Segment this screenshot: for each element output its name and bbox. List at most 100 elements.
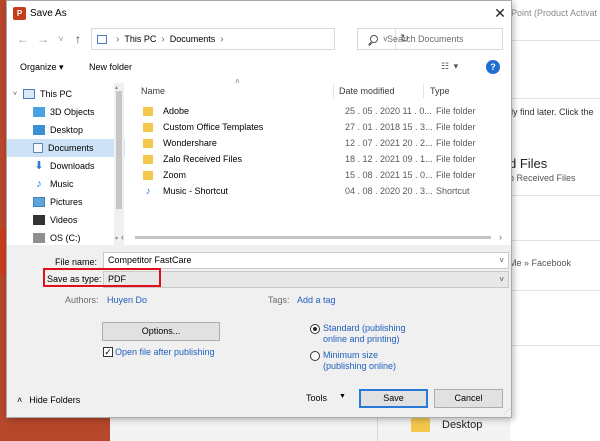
tools-button[interactable]: Tools [306,393,327,403]
close-icon[interactable]: ✕ [491,4,509,22]
open-after-label[interactable]: Open file after publishing [115,347,215,357]
save-as-type-select[interactable]: PDF ˅ [103,271,509,288]
file-type: File folder [436,122,476,132]
list-item[interactable]: Wondershare 12 . 07 . 2021 20 . 2... Fil… [140,135,508,151]
backstage-path[interactable]: Me » Facebook [509,258,571,268]
dialog-titlebar[interactable]: P Save As ✕ [7,1,511,27]
column-header-type[interactable]: Type [430,86,450,96]
file-date: 18 . 12 . 2021 09 . 1... [345,154,433,164]
list-item[interactable]: Adobe 25 . 05 . 2020 11 . 0... File fold… [140,103,508,119]
hide-folders-label: Hide Folders [29,395,81,405]
sidebar-item-this-pc[interactable]: ˅ This PC [7,85,125,103]
list-item[interactable]: ♪ Music - Shortcut 04 . 08 . 2020 20 . 3… [140,183,508,199]
new-folder-button[interactable]: New folder [89,62,132,72]
file-name-value: Competitor FastCare [108,255,192,265]
recent-locations-icon[interactable]: ˅ [53,31,69,47]
up-arrow-icon[interactable]: ↑ [70,31,86,47]
chevron-down-icon[interactable]: ˅ [13,91,23,98]
file-type: File folder [436,154,476,164]
view-options-icon[interactable]: ☷ ▾ [441,61,459,72]
backstage-separator [511,195,600,196]
column-divider[interactable] [423,84,424,98]
desktop-label: Desktop [442,419,483,431]
backstage-separator [511,40,600,41]
scroll-left-icon[interactable]: ‹ [121,232,124,242]
folder-icon [411,418,430,432]
documents-icon [33,143,43,153]
3d-objects-icon [33,107,45,117]
options-button[interactable]: Options... [102,322,220,341]
folder-icon [143,122,153,132]
tags-label: Tags: [268,295,290,305]
navigation-pane: ˅ This PC 3D Objects Desktop Documents ⬇… [7,83,125,245]
sidebar-item-label: OS (C:) [50,233,81,243]
authors-value[interactable]: Huyen Do [107,295,147,305]
file-date: 27 . 01 . 2018 15 . 3... [345,122,433,132]
sidebar-item-videos[interactable]: Videos [7,211,125,229]
horizontal-scrollbar-thumb[interactable] [135,236,491,239]
videos-icon [33,215,45,225]
chevron-right-icon[interactable]: › [220,34,223,45]
hide-folders-button[interactable]: ˄ Hide Folders [17,395,80,405]
horizontal-scrollbar[interactable]: ‹ › [121,232,511,243]
breadcrumb-this-pc[interactable]: This PC [124,34,156,44]
sidebar-item-label: Desktop [50,125,84,135]
column-header-date[interactable]: Date modified [339,86,395,96]
drive-icon [33,233,45,243]
forward-arrow-icon[interactable]: → [35,31,51,47]
tags-input[interactable]: Add a tag [297,295,336,305]
radio-standard[interactable] [310,324,320,334]
navigation-scrollbar-thumb[interactable] [116,91,122,209]
search-input[interactable]: Search Documents [387,34,464,44]
list-item[interactable]: Zoom 15 . 08 . 2021 15 . 0... File folde… [140,167,508,183]
list-item[interactable]: Zalo Received Files 18 . 12 . 2021 09 . … [140,151,508,167]
sidebar-item-os-c[interactable]: OS (C:) [7,229,125,245]
backstage-desktop-item[interactable]: Desktop [411,418,482,432]
file-name: Wondershare [163,138,217,148]
search-icon [370,35,378,43]
chevron-down-icon[interactable]: ˅ [499,253,504,268]
list-item[interactable]: Custom Office Templates 27 . 01 . 2018 1… [140,119,508,135]
file-name-field[interactable]: Competitor FastCare ˅ [103,252,509,269]
search-box[interactable]: Search Documents [357,28,503,50]
column-header-name[interactable]: Name [141,86,165,96]
resize-grip-icon[interactable]: ⋰ [503,408,510,416]
address-bar[interactable]: › This PC › Documents › ˅ ↻ [91,28,409,50]
radio-minimum[interactable] [310,351,320,361]
breadcrumb-documents[interactable]: Documents [170,34,216,44]
scroll-down-icon[interactable]: ▾ [115,235,118,242]
file-name: Custom Office Templates [163,122,264,132]
chevron-down-icon[interactable]: ˅ [499,272,504,287]
open-after-checkbox[interactable]: ✓ [103,347,113,357]
radio-standard-label[interactable]: Standard (publishing online and printing… [323,323,413,345]
sidebar-item-pictures[interactable]: Pictures [7,193,125,211]
help-icon[interactable]: ? [486,60,500,74]
pc-icon [97,34,107,44]
sidebar-item-3d-objects[interactable]: 3D Objects [7,103,125,121]
scroll-up-icon[interactable]: ▴ [115,84,118,91]
chevron-right-icon[interactable]: › [116,34,119,45]
radio-minimum-label[interactable]: Minimum size (publishing online) [323,350,413,372]
chevron-right-icon[interactable]: › [161,34,164,45]
file-date: 25 . 05 . 2020 11 . 0... [345,106,432,116]
pc-icon [23,89,35,99]
sidebar-item-desktop[interactable]: Desktop [7,121,125,139]
music-icon: ♪ [36,178,42,190]
column-divider[interactable] [333,84,334,98]
cancel-button[interactable]: Cancel [434,389,503,408]
back-arrow-icon[interactable]: ← [15,31,31,47]
tools-dropdown-icon[interactable]: ▼ [339,393,346,400]
window-title-fragment: Point (Product Activat [511,8,598,18]
backstage-heading[interactable]: d Files [509,156,547,171]
save-as-dialog: P Save As ✕ ← → ˅ ↑ › This PC › Document… [6,0,512,418]
sidebar-item-documents[interactable]: Documents [7,139,125,157]
sidebar-item-music[interactable]: ♪ Music [7,175,125,193]
organize-button[interactable]: Organize ▾ [20,62,64,73]
file-list-header: Name Date modified Type [129,83,509,99]
scroll-right-icon[interactable]: › [499,232,502,242]
save-button[interactable]: Save [359,389,428,408]
file-name-label: File name: [55,257,98,267]
sidebar-item-downloads[interactable]: ⬇ Downloads [7,157,125,175]
pictures-icon [33,197,45,207]
sidebar-item-label: This PC [40,89,73,99]
